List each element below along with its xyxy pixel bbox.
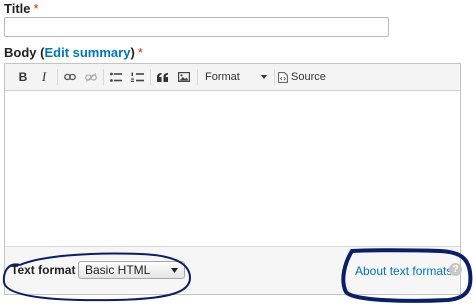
required-mark: * bbox=[33, 1, 39, 16]
body-label-text: Body bbox=[4, 45, 37, 60]
text-format-selected-value: Basic HTML bbox=[85, 263, 151, 277]
unlink-icon bbox=[85, 72, 97, 82]
toolbar-separator bbox=[57, 69, 58, 85]
italic-button[interactable]: I bbox=[35, 68, 53, 86]
title-input[interactable] bbox=[4, 17, 389, 37]
body-label: Body (Edit summary) * bbox=[4, 45, 143, 60]
text-format-label: Text format bbox=[11, 263, 76, 277]
text-format-bar: Text format Basic HTML About text format… bbox=[5, 246, 462, 294]
body-editor: B I Format Source Text format Basic HTML… bbox=[4, 63, 462, 295]
source-button-label: Source bbox=[291, 71, 326, 83]
chevron-down-icon bbox=[171, 268, 178, 273]
toolbar-separator bbox=[103, 69, 104, 85]
help-icon[interactable]: ? bbox=[449, 263, 462, 276]
text-format-select[interactable]: Basic HTML bbox=[78, 261, 185, 279]
edit-summary-link[interactable]: Edit summary bbox=[44, 45, 130, 60]
required-mark: * bbox=[137, 45, 143, 60]
editor-toolbar: B I Format Source bbox=[5, 64, 460, 91]
toolbar-separator bbox=[150, 69, 151, 85]
format-dropdown[interactable]: Format bbox=[201, 68, 271, 86]
close-paren: ) bbox=[130, 45, 135, 60]
about-text-formats-link[interactable]: About text formats bbox=[355, 264, 452, 278]
source-icon bbox=[278, 71, 288, 83]
bold-button[interactable]: B bbox=[14, 68, 32, 86]
toolbar-separator bbox=[197, 69, 198, 85]
image-button[interactable] bbox=[175, 68, 193, 86]
editor-content-area[interactable] bbox=[5, 91, 460, 246]
link-button[interactable] bbox=[61, 68, 79, 86]
image-icon bbox=[178, 72, 190, 82]
chevron-down-icon bbox=[261, 75, 267, 79]
blockquote-button[interactable] bbox=[154, 68, 172, 86]
source-button[interactable]: Source bbox=[278, 68, 328, 86]
link-icon bbox=[64, 73, 76, 81]
blockquote-icon bbox=[157, 72, 168, 82]
title-label-text: Title bbox=[4, 1, 31, 16]
format-dropdown-label: Format bbox=[205, 71, 240, 83]
numbered-list-button[interactable] bbox=[128, 68, 146, 86]
bulleted-list-icon bbox=[110, 72, 122, 82]
numbered-list-icon bbox=[130, 72, 144, 82]
unlink-button[interactable] bbox=[82, 68, 100, 86]
toolbar-separator bbox=[274, 69, 275, 85]
bulleted-list-button[interactable] bbox=[107, 68, 125, 86]
title-label: Title * bbox=[4, 1, 39, 16]
